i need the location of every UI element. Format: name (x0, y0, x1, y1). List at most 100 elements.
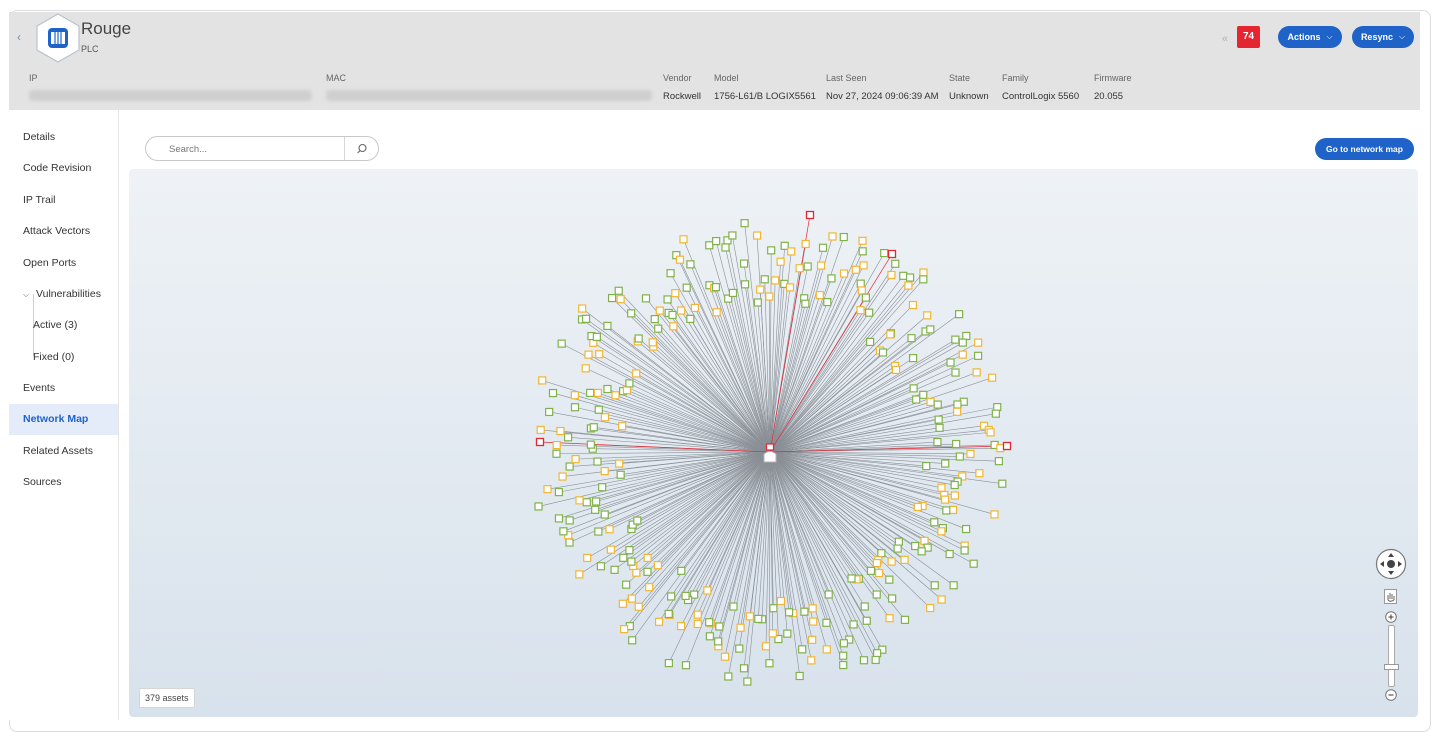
asset-node[interactable] (815, 291, 824, 300)
asset-node[interactable] (912, 395, 921, 404)
asset-node[interactable] (627, 309, 636, 318)
asset-node[interactable] (958, 350, 967, 359)
asset-node[interactable] (607, 293, 617, 303)
asset-node[interactable] (754, 614, 763, 623)
asset-node[interactable] (677, 306, 686, 315)
asset-node[interactable] (595, 350, 604, 359)
asset-node[interactable] (605, 525, 614, 534)
asset-node[interactable] (728, 288, 738, 298)
zoom-out-icon[interactable] (1385, 689, 1397, 701)
asset-node[interactable] (603, 384, 612, 394)
asset-node[interactable] (552, 449, 561, 458)
asset-node[interactable] (885, 575, 894, 584)
asset-node[interactable] (866, 337, 875, 347)
asset-node[interactable] (600, 510, 609, 519)
asset-node[interactable] (634, 334, 643, 343)
asset-node[interactable] (891, 259, 900, 268)
asset-node[interactable] (571, 455, 580, 464)
asset-node[interactable] (926, 603, 935, 613)
asset-node[interactable] (873, 649, 882, 658)
asset-node[interactable] (682, 283, 691, 292)
asset-node[interactable] (839, 651, 848, 660)
actions-button[interactable]: Actions ⌵ (1278, 26, 1342, 48)
back-chevron-icon[interactable]: ‹ (17, 30, 21, 44)
asset-node[interactable] (554, 514, 564, 523)
asset-node[interactable] (705, 618, 714, 627)
asset-node[interactable] (974, 338, 983, 347)
asset-node[interactable] (933, 400, 942, 409)
sidebar-item-details[interactable]: Details (9, 122, 118, 153)
asset-node[interactable] (949, 581, 958, 590)
asset-node[interactable] (654, 617, 664, 626)
asset-node[interactable] (905, 273, 915, 282)
asset-node[interactable] (886, 330, 895, 339)
asset-node[interactable] (592, 332, 601, 341)
asset-node[interactable] (919, 268, 928, 277)
asset-node[interactable] (627, 557, 636, 566)
asset-node[interactable] (941, 459, 950, 468)
asset-node[interactable] (538, 376, 547, 385)
asset-node[interactable] (847, 574, 856, 583)
asset-node[interactable] (616, 470, 625, 479)
asset-node[interactable] (654, 324, 663, 333)
asset-node[interactable] (937, 483, 946, 492)
asset-node[interactable] (801, 299, 810, 308)
asset-node[interactable] (900, 615, 910, 624)
asset-node[interactable] (681, 661, 691, 670)
asset-node[interactable] (824, 590, 833, 599)
asset-node[interactable] (858, 236, 867, 245)
asset-node[interactable] (899, 271, 908, 280)
asset-node[interactable] (578, 304, 587, 313)
asset-node[interactable] (787, 247, 796, 256)
asset-node[interactable] (756, 285, 765, 294)
sidebar-item-related-assets[interactable]: Related Assets (9, 436, 118, 467)
asset-node[interactable] (655, 306, 664, 315)
zoom-slider-handle[interactable] (1384, 664, 1399, 670)
asset-node[interactable] (616, 295, 625, 304)
asset-node[interactable] (877, 549, 886, 558)
asset-node[interactable] (900, 555, 909, 564)
asset-node[interactable] (839, 660, 848, 670)
asset-node[interactable] (712, 308, 721, 317)
asset-node[interactable] (986, 428, 995, 437)
asset-node[interactable] (859, 261, 868, 270)
asset-node[interactable] (765, 659, 774, 668)
asset-node[interactable] (860, 602, 869, 611)
asset-node[interactable] (740, 280, 750, 289)
asset-node[interactable] (917, 547, 926, 556)
asset-node[interactable] (753, 298, 762, 307)
asset-node[interactable] (557, 339, 566, 348)
asset-node[interactable] (950, 480, 959, 490)
asset-node[interactable] (619, 553, 628, 562)
asset-node[interactable] (739, 664, 749, 673)
asset-node[interactable] (891, 365, 901, 374)
asset-node[interactable] (909, 384, 918, 393)
asset-node[interactable] (783, 629, 792, 638)
asset-node[interactable] (598, 483, 607, 492)
asset-node[interactable] (935, 423, 944, 432)
asset-node[interactable] (950, 491, 959, 500)
asset-node[interactable] (962, 524, 971, 534)
asset-node[interactable] (823, 297, 832, 307)
asset-node[interactable] (862, 616, 871, 625)
asset-node[interactable] (872, 590, 881, 599)
asset-node[interactable] (693, 619, 702, 629)
asset-node[interactable] (776, 596, 786, 606)
asset-node[interactable] (743, 677, 752, 686)
asset-node[interactable] (808, 604, 817, 613)
asset-node[interactable] (648, 338, 657, 347)
asset-node[interactable] (969, 559, 978, 568)
asset-node[interactable] (664, 609, 673, 619)
asset-node[interactable] (634, 602, 643, 611)
asset-node[interactable] (940, 495, 950, 504)
asset-node[interactable] (856, 306, 865, 315)
sidebar-item-events[interactable]: Events (9, 373, 118, 404)
asset-node[interactable] (919, 275, 928, 284)
asset-node[interactable] (771, 276, 780, 285)
asset-node[interactable] (618, 599, 627, 608)
critical-asset-node[interactable] (805, 210, 815, 220)
asset-node[interactable] (677, 621, 686, 631)
search-input[interactable] (167, 143, 341, 156)
asset-node[interactable] (610, 565, 619, 574)
asset-node[interactable] (594, 527, 603, 536)
